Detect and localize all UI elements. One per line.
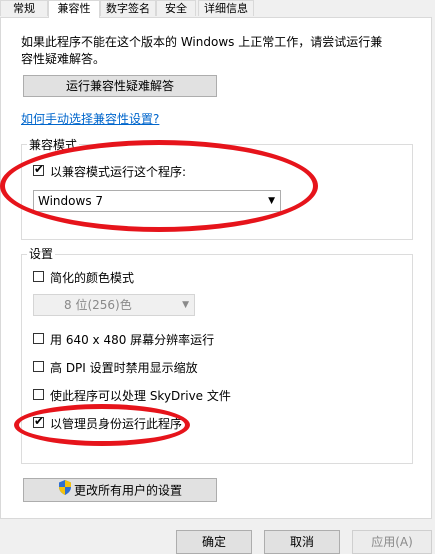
tab-details[interactable]: 详细信息	[198, 0, 254, 16]
compat-mode-label: 以兼容模式运行这个程序:	[50, 165, 187, 179]
chevron-down-icon: ▼	[182, 300, 189, 310]
os-version-select[interactable]: Windows 7 ▼	[33, 190, 281, 212]
manual-settings-link[interactable]: 如何手动选择兼容性设置?	[21, 110, 159, 127]
intro-text-line1: 如果此程序不能在这个版本的 Windows 上正常工作，请尝试运行兼	[21, 35, 383, 49]
tab-general[interactable]: 常规	[0, 0, 48, 16]
checkmark-icon: ✔	[34, 162, 45, 176]
skydrive-row[interactable]: 使此程序可以处理 SkyDrive 文件	[33, 388, 293, 404]
compat-mode-title: 兼容模式	[27, 138, 80, 152]
chevron-down-icon: ▼	[268, 196, 275, 206]
skydrive-label: 使此程序可以处理 SkyDrive 文件	[50, 389, 231, 403]
color-mode-value: 8 位(256)色	[64, 298, 132, 312]
all-users-label: 更改所有用户的设置	[73, 483, 182, 498]
tab-strip: 常规 兼容性 数字签名 安全 详细信息	[0, 0, 435, 18]
properties-dialog: 常规 兼容性 数字签名 安全 详细信息 如果此程序不能在这个版本的 Window…	[0, 0, 435, 554]
run-admin-row[interactable]: ✔ 以管理员身份运行此程序	[33, 414, 233, 432]
high-dpi-label: 高 DPI 设置时禁用显示缩放	[50, 361, 198, 375]
cancel-button[interactable]: 取消	[264, 530, 340, 554]
compat-mode-checkbox-row[interactable]: ✔ 以兼容模式运行这个程序:	[33, 162, 233, 180]
high-dpi-checkbox[interactable]	[33, 361, 44, 372]
compatibility-panel: 如果此程序不能在这个版本的 Windows 上正常工作，请尝试运行兼 容性疑难解…	[0, 17, 432, 519]
reduced-color-checkbox[interactable]	[33, 271, 44, 282]
compat-mode-checkbox[interactable]: ✔	[33, 162, 45, 176]
skydrive-checkbox[interactable]	[33, 389, 44, 400]
apply-button[interactable]: 应用(A)	[352, 530, 432, 554]
all-users-button[interactable]: 更改所有用户的设置	[23, 478, 217, 502]
reduced-color-label: 简化的颜色模式	[50, 271, 135, 285]
troubleshoot-button[interactable]: 运行兼容性疑难解答	[23, 75, 217, 97]
run-admin-checkbox[interactable]: ✔	[33, 414, 45, 428]
tab-security[interactable]: 安全	[156, 0, 196, 16]
tab-compatibility[interactable]: 兼容性	[48, 0, 100, 18]
res-640-row[interactable]: 用 640 x 480 屏幕分辨率运行	[33, 332, 273, 348]
intro-text-line2: 容性疑难解答。	[21, 52, 106, 66]
res-640-checkbox[interactable]	[33, 333, 44, 344]
uac-shield-icon	[58, 479, 72, 502]
tab-digital-signatures[interactable]: 数字签名	[100, 0, 156, 16]
os-version-value: Windows 7	[38, 194, 104, 208]
checkmark-icon: ✔	[34, 414, 45, 428]
reduced-color-row[interactable]: 简化的颜色模式	[33, 270, 233, 286]
ok-button[interactable]: 确定	[176, 530, 252, 554]
res-640-label: 用 640 x 480 屏幕分辨率运行	[50, 333, 215, 347]
color-mode-select[interactable]: 8 位(256)色 ▼	[33, 294, 195, 316]
high-dpi-row[interactable]: 高 DPI 设置时禁用显示缩放	[33, 360, 273, 376]
settings-title: 设置	[27, 247, 56, 261]
run-admin-label: 以管理员身份运行此程序	[50, 417, 183, 431]
